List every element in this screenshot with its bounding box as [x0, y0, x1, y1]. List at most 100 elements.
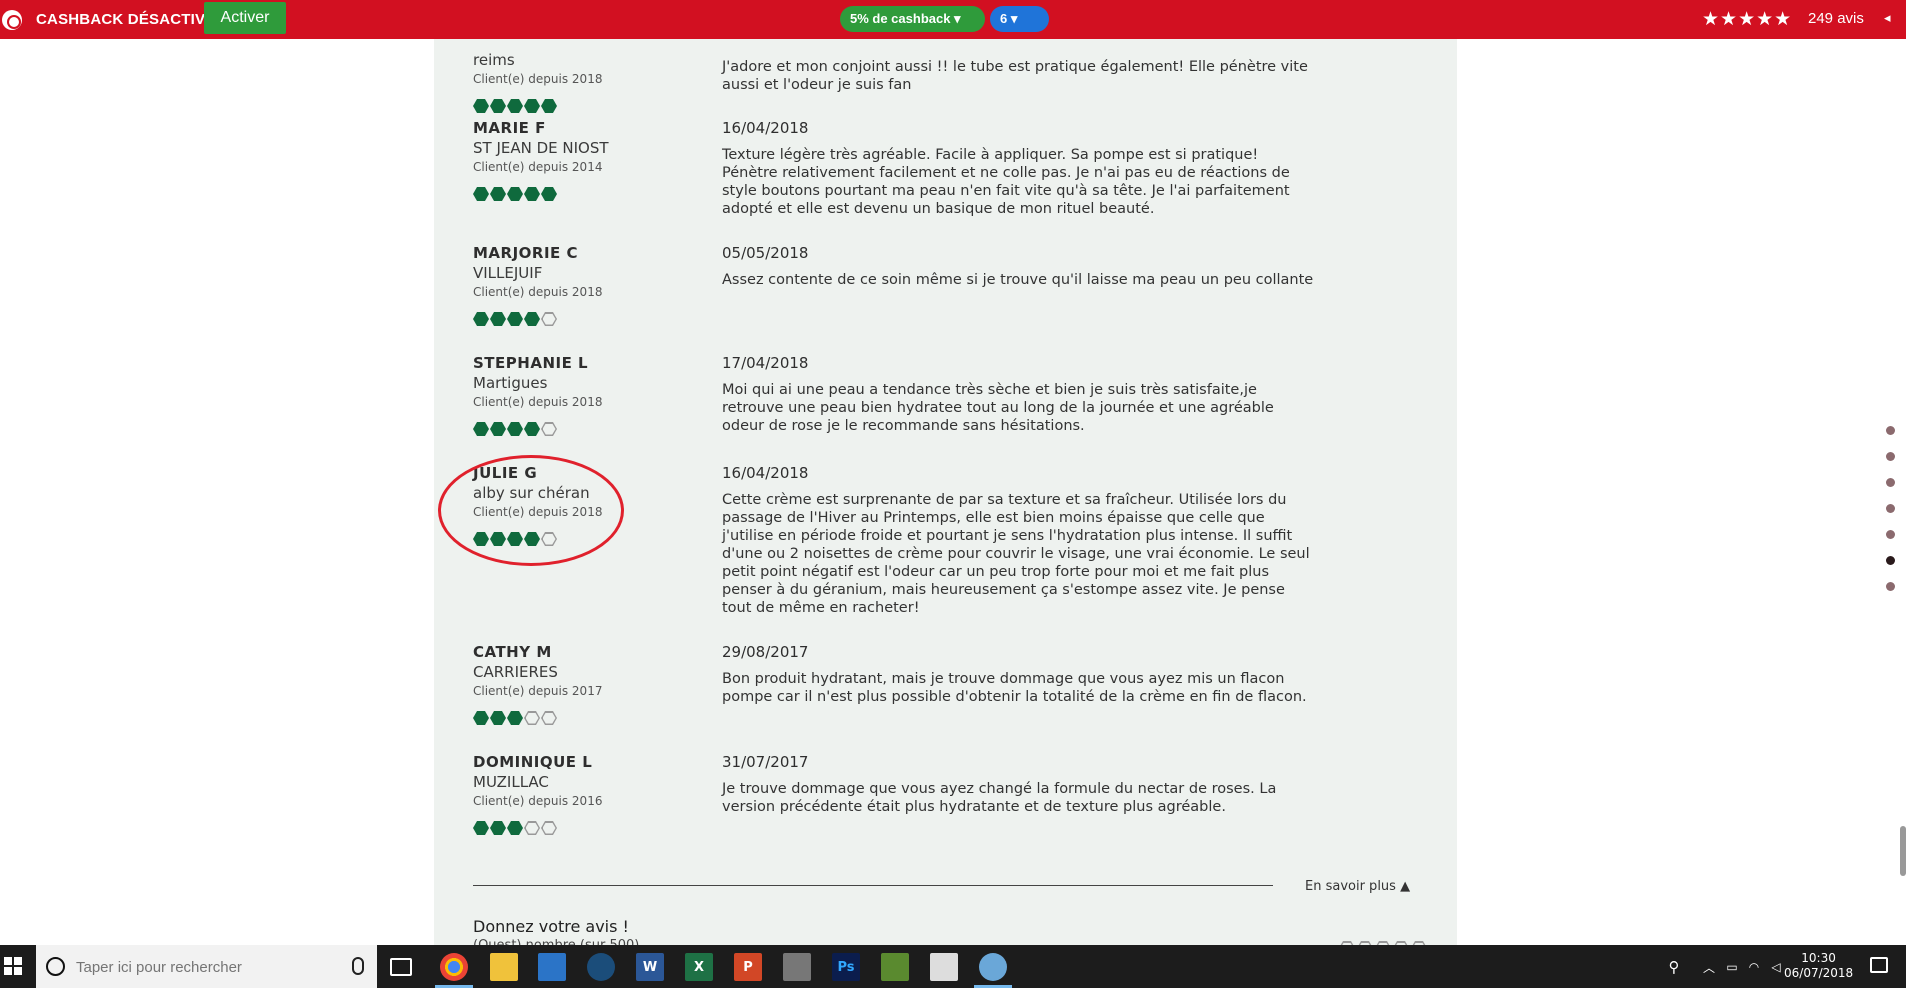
rating-hex-empty-icon — [541, 711, 557, 725]
rating-hex-full-icon — [490, 711, 506, 725]
powerpoint-icon[interactable]: P — [734, 953, 762, 981]
notification-icon[interactable] — [1870, 957, 1888, 973]
reviewer-city: reims — [473, 51, 515, 69]
microphone-icon[interactable] — [352, 957, 364, 975]
section-nav-dot[interactable] — [1886, 452, 1895, 461]
review-text: Bon produit hydratant, mais je trouve do… — [722, 671, 1307, 705]
review-rating — [473, 187, 557, 201]
section-nav-dot[interactable] — [1886, 582, 1895, 591]
game-icon[interactable] — [881, 953, 909, 981]
taskbar: W X P Ps ⚲ ︿ ▭ ◠ ◁ 10:30 06/07/2018 — [0, 945, 1906, 988]
clock-date: 06/07/2018 — [1784, 966, 1854, 980]
rating-hex-full-icon — [541, 99, 557, 113]
clock[interactable]: 10:30 06/07/2018 — [1784, 951, 1853, 981]
section-nav-dot[interactable] — [1886, 478, 1895, 487]
photoshop-icon[interactable]: Ps — [832, 953, 860, 981]
reviewer-city: Martigues — [473, 374, 548, 392]
rating-hex-full-icon — [473, 422, 489, 436]
taskbar-search[interactable] — [36, 945, 377, 988]
review-rating — [473, 711, 557, 725]
taskbar-search-input[interactable] — [76, 956, 326, 978]
rating-hex-full-icon — [507, 187, 523, 201]
reviewer-since: Client(e) depuis 2018 — [473, 72, 603, 86]
review-rating — [473, 422, 557, 436]
rating-hex-empty-icon — [541, 422, 557, 436]
rating-hex-full-icon — [473, 312, 489, 326]
review-text: Assez contente de ce soin même si je tro… — [722, 272, 1314, 288]
rating-hex-full-icon — [524, 312, 540, 326]
collapse-icon[interactable]: ◂ — [1884, 11, 1891, 26]
reviewer-since: Client(e) depuis 2018 — [473, 395, 603, 409]
section-nav-dot[interactable] — [1886, 530, 1895, 539]
paint-icon[interactable] — [979, 953, 1007, 981]
screen: CASHBACK DÉSACTIVÉ Activer 5% de cashbac… — [0, 0, 1906, 988]
rating-hex-full-icon — [507, 312, 523, 326]
reviewer-city: CARRIERES — [473, 663, 558, 681]
mail-icon[interactable] — [930, 953, 958, 981]
reviewer-name: STEPHANIE L — [473, 354, 589, 372]
rating-hex-full-icon — [524, 99, 540, 113]
start-button[interactable] — [0, 945, 36, 988]
rating-hex-empty-icon — [524, 711, 540, 725]
cashback-status: CASHBACK DÉSACTIVÉ — [36, 11, 216, 28]
cashback-logo-icon[interactable] — [2, 10, 22, 30]
rating-hex-full-icon — [473, 711, 489, 725]
rating-hex-empty-icon — [541, 821, 557, 835]
rating-hex-full-icon — [490, 99, 506, 113]
section-nav-dot[interactable] — [1886, 504, 1895, 513]
steam-icon[interactable] — [587, 953, 615, 981]
excel-icon[interactable]: X — [685, 953, 713, 981]
reviewer-since: Client(e) depuis 2017 — [473, 684, 603, 698]
rating-hex-full-icon — [490, 187, 506, 201]
rating-hex-full-icon — [490, 821, 506, 835]
review-date: 16/04/2018 — [722, 119, 809, 137]
reviewer-name: DOMINIQUE L — [473, 753, 593, 771]
coupons-pill[interactable]: 6 ▾ — [990, 6, 1049, 32]
section-nav-dot[interactable] — [1886, 426, 1895, 435]
rating-hex-full-icon — [473, 821, 489, 835]
review-text: Texture légère très agréable. Facile à a… — [722, 147, 1290, 217]
see-more-link[interactable]: En savoir plus ▲ — [1305, 879, 1410, 894]
reviewer-since: Client(e) depuis 2016 — [473, 794, 603, 808]
give-review-subtitle: (Quest) nombre (sur 500) — [473, 938, 639, 945]
windows-logo-icon — [4, 957, 22, 975]
rating-hex-full-icon — [490, 312, 506, 326]
task-view-icon[interactable] — [390, 958, 412, 976]
reviewer-city: VILLEJUIF — [473, 264, 543, 282]
review-date: 17/04/2018 — [722, 354, 809, 372]
rating-hex-full-icon — [524, 422, 540, 436]
review-text: Cette crème est surprenante de par sa te… — [722, 492, 1310, 616]
word-icon[interactable]: W — [636, 953, 664, 981]
people-icon[interactable]: ⚲ — [1660, 953, 1688, 981]
file-explorer-icon[interactable] — [490, 953, 518, 981]
review-date: 16/04/2018 — [722, 464, 809, 482]
rating-hex-full-icon — [490, 422, 506, 436]
reviews-count[interactable]: 249 avis — [1808, 10, 1864, 27]
review-date: 31/07/2017 — [722, 753, 809, 771]
cashback-pill[interactable]: 5% de cashback ▾ — [840, 6, 985, 32]
give-review-title: Donnez votre avis ! — [473, 917, 629, 936]
section-nav-dot-active[interactable] — [1886, 556, 1895, 565]
activate-button[interactable]: Activer — [204, 2, 286, 34]
cashback-toolbar: CASHBACK DÉSACTIVÉ Activer 5% de cashbac… — [0, 0, 1906, 39]
rating-hex-full-icon — [524, 187, 540, 201]
annotation-circle — [438, 455, 624, 566]
reviewer-name: MARIE F — [473, 119, 546, 137]
reviewer-city: MUZILLAC — [473, 773, 549, 791]
scrollbar-thumb[interactable] — [1900, 826, 1906, 876]
store-icon[interactable] — [538, 953, 566, 981]
rating-hex-empty-icon — [541, 312, 557, 326]
rating-hex-empty-icon — [524, 821, 540, 835]
rating-hex-full-icon — [507, 711, 523, 725]
rating-hex-full-icon — [473, 187, 489, 201]
reviewer-since: Client(e) depuis 2018 — [473, 285, 603, 299]
rating-stars-icon: ★★★★★ — [1702, 8, 1793, 30]
review-rating — [473, 99, 557, 113]
printer-icon[interactable] — [783, 953, 811, 981]
reviewer-name: MARJORIE C — [473, 244, 579, 262]
chrome-icon[interactable] — [440, 953, 468, 981]
review-rating — [473, 312, 557, 326]
review-date: 29/08/2017 — [722, 643, 809, 661]
cortana-icon[interactable] — [46, 957, 65, 976]
rating-hex-full-icon — [507, 99, 523, 113]
